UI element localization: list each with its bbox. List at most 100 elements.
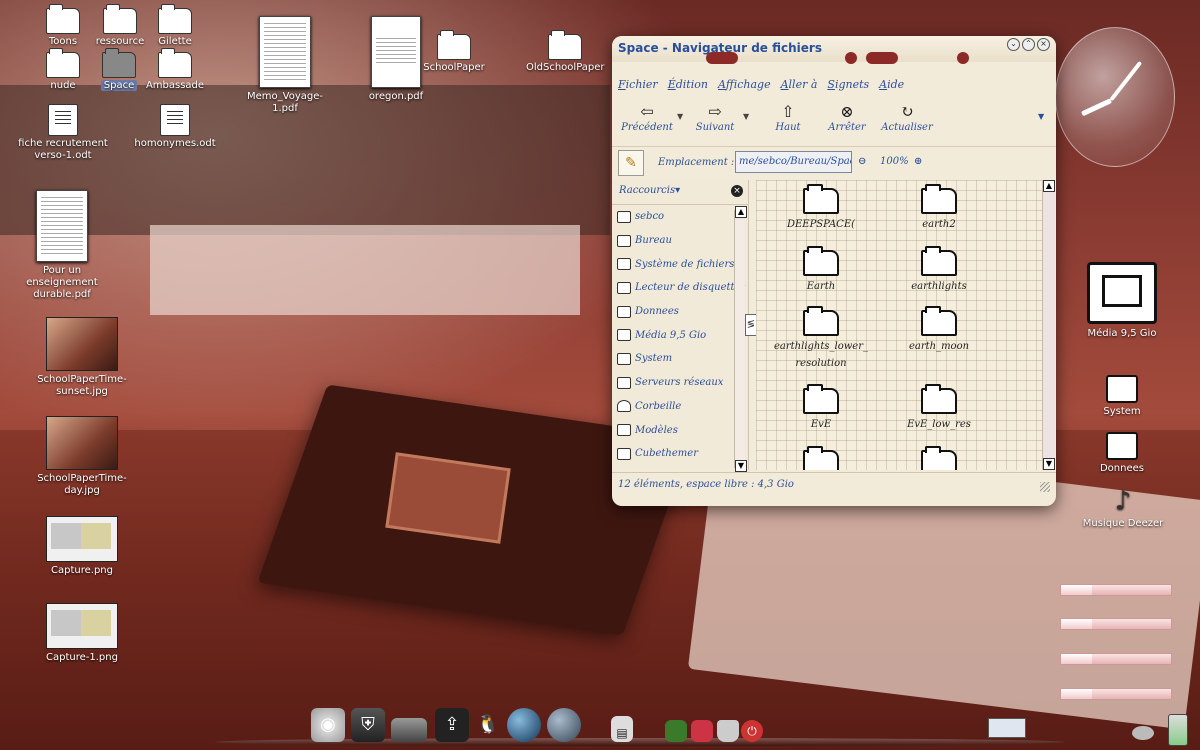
file-item[interactable]: Earth — [756, 246, 886, 295]
pdf-thumbnail — [371, 16, 421, 88]
window-titlebar[interactable]: Space - Navigateur de fichiers ⌄ ⌃ × — [612, 36, 1056, 62]
menu-aide[interactable]: Aide — [879, 78, 904, 91]
desktop-icon-space-selected[interactable]: Space — [96, 48, 142, 92]
resize-grip[interactable] — [1040, 482, 1050, 492]
desktop-icon-folder[interactable]: Toons — [40, 4, 86, 48]
desktop-icon-folder[interactable]: SchoolPaper — [422, 30, 486, 74]
desktop-icon-image[interactable]: Capture-1.png — [38, 603, 126, 664]
desktop-icon-image[interactable]: SchoolPaperTime-sunset.jpg — [30, 317, 134, 398]
ubuntu-icon[interactable]: ◉ — [311, 708, 345, 742]
back-button[interactable]: ⇦ Précédent — [620, 102, 674, 133]
minimize-button[interactable]: ⌄ — [1007, 38, 1020, 51]
desktop-icon-doc[interactable]: homonymes.odt — [130, 104, 220, 150]
file-item[interactable]: earth_moon — [874, 306, 1004, 355]
globe-icon[interactable] — [507, 708, 541, 742]
toolbar-overflow-arrow[interactable]: ▼ — [1038, 112, 1044, 121]
sidebar-close-icon[interactable]: × — [731, 185, 743, 197]
desktop-icon-image[interactable]: SchoolPaperTime-day.jpg — [30, 416, 134, 497]
maximize-button[interactable]: ⌃ — [1022, 38, 1035, 51]
desktop-icon-folder[interactable]: nude — [40, 48, 86, 92]
file-view[interactable]: DEEPSPACE( earth2 Earth earthlights eart… — [756, 180, 1042, 470]
menu-fichier[interactable]: Fichier — [618, 78, 658, 91]
file-item[interactable] — [756, 446, 886, 470]
power-icon[interactable]: ⏻ — [741, 720, 763, 742]
folder-icon — [921, 306, 957, 336]
file-item[interactable]: earth2 — [874, 184, 1004, 233]
desktop-icon-folder[interactable]: Gilette — [148, 4, 202, 48]
drive-tray-icon[interactable] — [1132, 726, 1154, 740]
menu-affichage[interactable]: Affichage — [718, 78, 771, 91]
trash-icon[interactable] — [717, 720, 739, 742]
zoom-level[interactable]: 100% — [880, 156, 909, 167]
menu-signets[interactable]: Signets — [827, 78, 869, 91]
location-path-input[interactable]: me/sebco/Bureau/Space — [735, 151, 852, 173]
terminal-icon[interactable] — [391, 718, 427, 742]
decor-rivet — [866, 52, 898, 64]
window-switcher-icon[interactable] — [988, 718, 1026, 738]
usb-icon[interactable]: ⇪ — [435, 708, 469, 742]
zoom-out-icon[interactable]: ⊖ — [858, 156, 866, 167]
reload-button[interactable]: ↻ Actualiser — [880, 102, 934, 133]
desktop-icon-folder[interactable]: ressource — [92, 4, 148, 48]
menu-aller[interactable]: Aller à — [781, 78, 818, 91]
file-item[interactable]: DEEPSPACE( — [756, 184, 886, 233]
sidebar-scrollbar-thumb[interactable] — [735, 220, 745, 460]
file-manager-window[interactable]: Space - Navigateur de fichiers ⌄ ⌃ × Fic… — [612, 36, 1056, 506]
up-button[interactable]: ⇧ Haut — [770, 102, 806, 133]
sidebar-item-sebco[interactable]: sebco — [612, 205, 748, 229]
desktop-icon-image[interactable]: Capture.png — [38, 516, 126, 577]
scroll-down-arrow[interactable]: ▼ — [735, 460, 747, 472]
file-item[interactable]: EvE — [756, 384, 886, 433]
folder-icon — [803, 446, 839, 470]
sidebar-item-donnees[interactable]: Donnees — [612, 300, 748, 324]
sidebar-item-cubethemer[interactable]: Cubethemer — [612, 442, 748, 466]
sidebar-item-filesystem[interactable]: Système de fichiers — [612, 252, 748, 276]
desktop-icon-pdf[interactable]: Memo_Voyage-1.pdf — [236, 16, 334, 115]
menu-edition[interactable]: Édition — [668, 78, 708, 91]
sidebar-item-templates[interactable]: Modèles — [612, 418, 748, 442]
file-item[interactable] — [874, 446, 1004, 470]
clock-widget[interactable] — [1055, 27, 1175, 167]
sidebar-item-media[interactable]: Média 9,5 Gio — [612, 323, 748, 347]
folder-icon — [921, 384, 957, 414]
sidebar-item-system[interactable]: System — [612, 347, 748, 371]
desktop-icon-folder[interactable]: OldSchoolPaper — [526, 30, 605, 74]
forward-dropdown-arrow[interactable]: ▼ — [743, 112, 749, 121]
location-bar: ✎ Emplacement : me/sebco/Bureau/Space ⊖ … — [612, 146, 1056, 179]
edit-location-button[interactable]: ✎ — [618, 150, 644, 176]
printer-icon[interactable]: ▤ — [611, 716, 633, 742]
zoom-in-icon[interactable]: ⊕ — [914, 156, 922, 167]
stop-button[interactable]: ⊗ Arrêter — [826, 102, 868, 133]
sidebar-item-floppy[interactable]: Lecteur de disquettes — [612, 276, 748, 300]
desktop-icon — [617, 234, 631, 247]
desktop-icon-pdf[interactable]: Pour un enseignement durable.pdf — [24, 190, 100, 301]
close-button[interactable]: × — [1037, 38, 1050, 51]
desktop-icon-doc[interactable]: fiche recrutement verso-1.odt — [18, 104, 108, 162]
desktop-icon-media-drive[interactable]: Média 9,5 Gio — [1082, 262, 1162, 340]
file-item[interactable]: earthlights — [874, 246, 1004, 295]
sidebar-item-trash[interactable]: Corbeille — [612, 395, 748, 419]
forward-button[interactable]: ⇨ Suivant — [692, 102, 738, 133]
spreadsheet-icon[interactable] — [665, 720, 687, 742]
sidebar-item-bureau[interactable]: Bureau — [612, 229, 748, 253]
scroll-up-arrow[interactable]: ▲ — [735, 206, 747, 218]
desktop-icon-music[interactable]: ♪ Musique Deezer — [1078, 486, 1168, 530]
penguin-icon[interactable]: 🐧 — [471, 708, 505, 742]
sidebar-item-network[interactable]: Serveurs réseaux — [612, 371, 748, 395]
folder-icon — [803, 184, 839, 214]
file-item[interactable]: earthlights_lower_ resolution — [756, 306, 886, 372]
sidebar-mode-dropdown[interactable]: Raccourcis▾ — [619, 185, 680, 196]
desktop-icon-system[interactable]: System — [1094, 375, 1150, 418]
scroll-down-arrow[interactable]: ▼ — [1043, 458, 1055, 470]
shield-icon[interactable]: ⛨ — [351, 708, 385, 742]
network-globe-icon[interactable] — [547, 708, 581, 742]
desktop-icon-folder[interactable]: Ambassade — [144, 48, 206, 92]
scroll-up-arrow[interactable]: ▲ — [1043, 180, 1055, 192]
back-dropdown-arrow[interactable]: ▼ — [677, 112, 683, 121]
desktop-icon-donnees[interactable]: Donnees — [1094, 432, 1150, 475]
file-view-scrollbar[interactable]: ▲ ▼ — [1042, 180, 1055, 470]
file-item[interactable]: EvE_low_res — [874, 384, 1004, 433]
wallpaper-book-label — [385, 452, 511, 544]
sidebar-scrollbar[interactable]: ▲ ▼ — [734, 206, 747, 472]
text-editor-icon[interactable] — [691, 720, 713, 742]
